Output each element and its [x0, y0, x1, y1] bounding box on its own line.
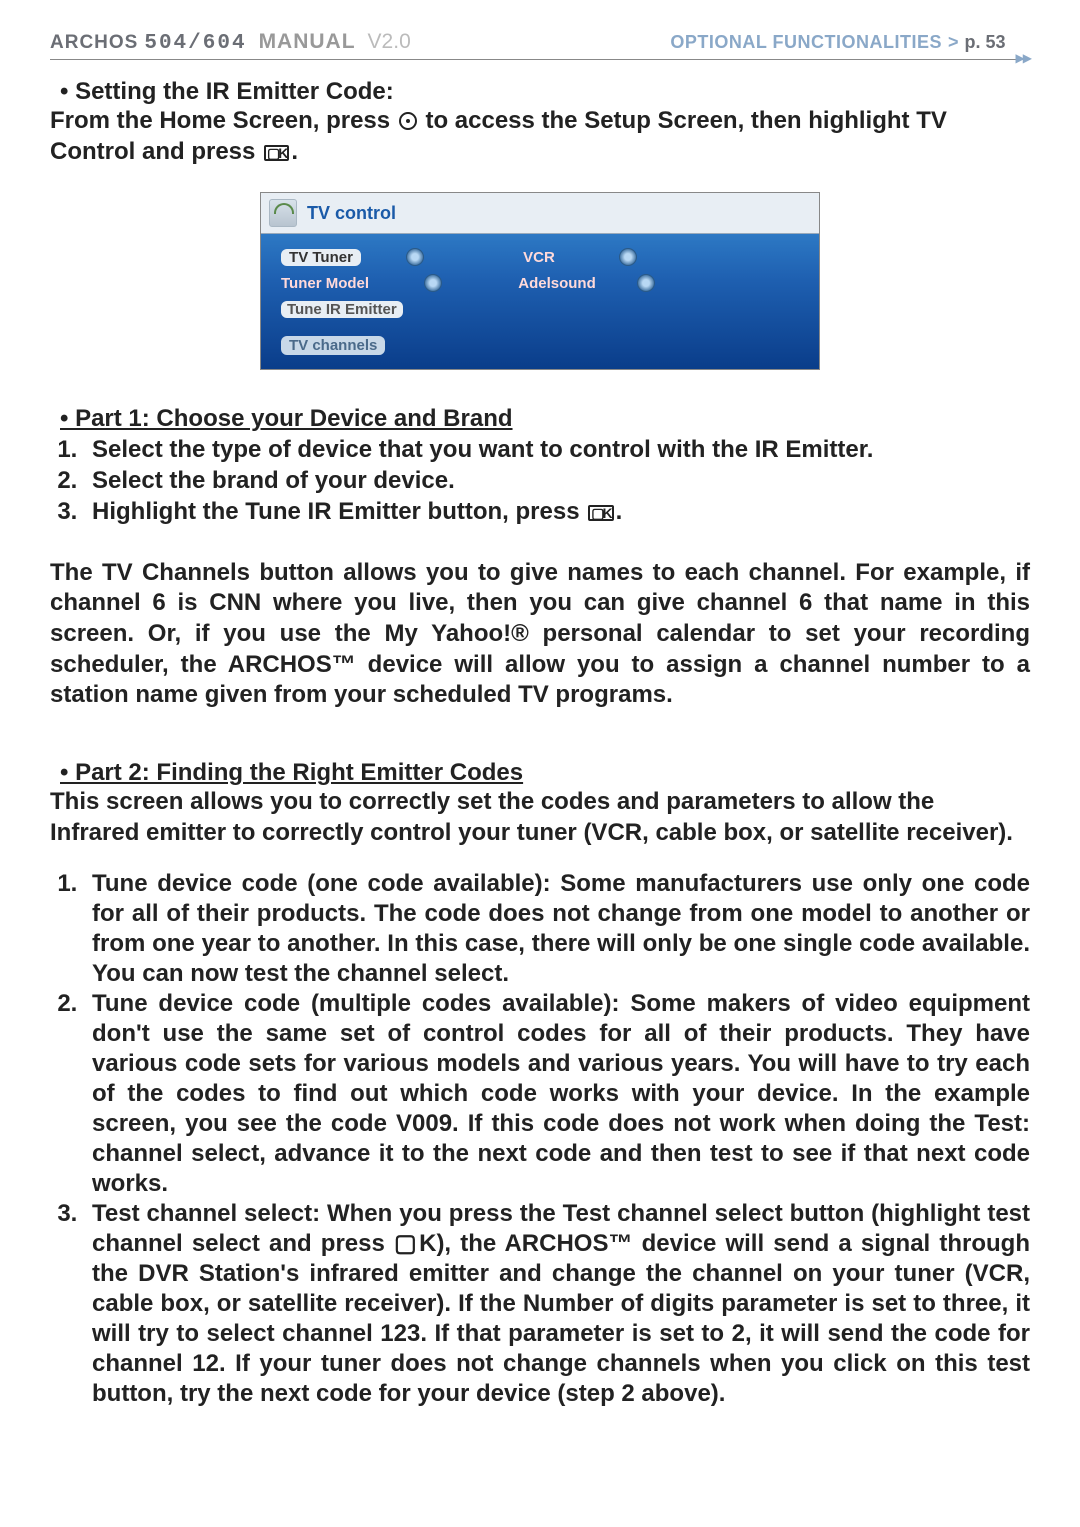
tuner-model-label[interactable]: Tuner Model — [281, 275, 391, 292]
part2-intro: This screen allows you to correctly set … — [50, 787, 1030, 848]
tv-control-body: TV Tuner VCR Tuner Model Adelsound Tune … — [261, 234, 819, 369]
tv-control-icon — [269, 199, 297, 227]
part2-step-2: Tune device code (multiple codes availab… — [84, 989, 1030, 1199]
intro-paragraph: From the Home Screen, press to access th… — [50, 106, 1030, 167]
part2-steps: Tune device code (one code available): S… — [84, 869, 1030, 1409]
ok-button-icon: ▢K — [264, 145, 289, 161]
part1-step-2: Select the brand of your device. — [84, 466, 1030, 497]
tv-row-tune-emitter: Tune IR Emitter — [281, 298, 799, 320]
tv-row-model: Tuner Model Adelsound — [281, 272, 799, 294]
tv-control-screenshot: TV control TV Tuner VCR Tuner Model Adel… — [260, 192, 820, 370]
intro-text-1: From the Home Screen, press — [50, 107, 397, 134]
spinner-icon[interactable] — [619, 248, 637, 266]
part1-step-3-text: Highlight the Tune IR Emitter button, pr… — [92, 498, 586, 525]
part1-step-3: Highlight the Tune IR Emitter button, pr… — [84, 497, 1030, 528]
header-right: OPTIONAL FUNCTIONALITIES > p. 53 ▶▶ — [670, 32, 1030, 53]
tune-ir-emitter-button[interactable]: Tune IR Emitter — [281, 301, 403, 318]
model-number: 504/604 — [144, 32, 246, 55]
part2-step-1: Tune device code (one code available): S… — [84, 869, 1030, 989]
version-label: V2.0 — [368, 30, 411, 54]
spinner-icon[interactable] — [424, 274, 442, 292]
part1-step-1: Select the type of device that you want … — [84, 435, 1030, 466]
tv-row-tuner: TV Tuner VCR — [281, 246, 799, 268]
tv-channels-button[interactable]: TV channels — [281, 336, 385, 355]
tv-tuner-value: VCR — [464, 249, 614, 266]
spinner-icon[interactable] — [406, 248, 424, 266]
manual-label: MANUAL — [259, 30, 356, 54]
page-content: • Setting the IR Emitter Code: From the … — [50, 78, 1030, 1409]
page-number: p. 53 — [965, 32, 1006, 53]
page-header: ARCHOS 504/604 MANUAL V2.0 OPTIONAL FUNC… — [50, 30, 1030, 60]
manual-page: ARCHOS 504/604 MANUAL V2.0 OPTIONAL FUNC… — [0, 0, 1080, 1449]
spinner-icon[interactable] — [637, 274, 655, 292]
section-name: OPTIONAL FUNCTIONALITIES — [670, 32, 942, 53]
settings-icon — [399, 112, 417, 130]
part2-heading: • Part 2: Finding the Right Emitter Code… — [60, 759, 1030, 787]
section-heading-ir-code: • Setting the IR Emitter Code: — [60, 78, 1030, 106]
tuner-model-value: Adelsound — [482, 275, 632, 292]
ok-button-icon: ▢K — [588, 505, 613, 521]
part2-step-3: Test channel select: When you press the … — [84, 1199, 1030, 1409]
tv-channels-row: TV channels — [281, 324, 799, 355]
tv-control-title: TV control — [307, 203, 396, 224]
tv-channels-paragraph: The TV Channels button allows you to giv… — [50, 558, 1030, 712]
header-left: ARCHOS 504/604 MANUAL V2.0 — [50, 30, 411, 55]
next-page-icon[interactable]: ▶▶ — [1016, 51, 1030, 65]
tv-tuner-label[interactable]: TV Tuner — [281, 249, 361, 266]
chevron-right-icon: > — [948, 32, 959, 53]
intro-text-3: . — [291, 138, 298, 165]
part1-heading: • Part 1: Choose your Device and Brand — [60, 405, 1030, 433]
brand-logo: ARCHOS — [50, 32, 138, 54]
tv-control-titlebar: TV control — [261, 193, 819, 234]
part1-steps: Select the type of device that you want … — [84, 435, 1030, 527]
